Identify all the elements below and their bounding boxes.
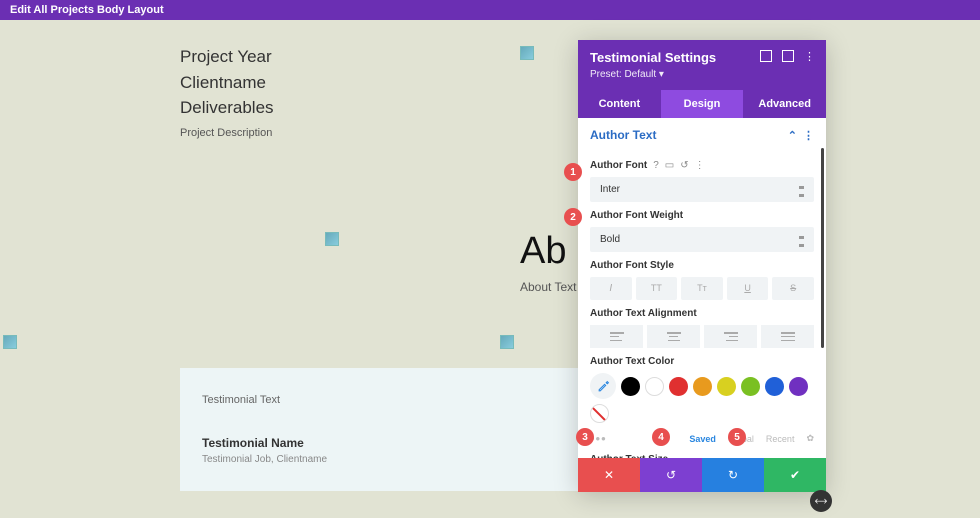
device-icon[interactable]: ▭: [665, 160, 674, 171]
more-icon[interactable]: ⋮: [804, 50, 816, 62]
swatch-green[interactable]: [741, 377, 760, 396]
smallcaps-button[interactable]: Tᴛ: [681, 277, 723, 300]
align-right-button[interactable]: [704, 325, 757, 348]
collapse-icon[interactable]: ⌃: [788, 129, 797, 142]
align-justify-button[interactable]: [761, 325, 814, 348]
swatch-none[interactable]: [590, 404, 609, 423]
color-source-tabs: Saved Global Recent ✿: [689, 433, 814, 444]
weight-select[interactable]: Bold: [590, 227, 814, 252]
align-buttons: [590, 325, 814, 348]
broken-image-icon: [500, 335, 514, 349]
top-bar-title: Edit All Projects Body Layout: [10, 4, 164, 16]
color-picker-button[interactable]: [590, 373, 616, 399]
broken-image-icon: [325, 232, 339, 246]
panel-scrollbar[interactable]: [821, 148, 824, 348]
undo-button[interactable]: ↺: [640, 458, 702, 492]
settings-panel: Testimonial Settings Preset: Default ▾ ⋮…: [578, 40, 826, 492]
uppercase-button[interactable]: TT: [636, 277, 678, 300]
broken-image-icon: [520, 46, 534, 60]
callout-marker-3: 3: [576, 428, 594, 446]
redo-button[interactable]: ↻: [702, 458, 764, 492]
expand-icon[interactable]: [760, 50, 772, 62]
swatch-blue[interactable]: [765, 377, 784, 396]
tab-content[interactable]: Content: [578, 90, 661, 118]
help-icon[interactable]: ?: [653, 160, 659, 171]
label-weight: Author Font Weight: [590, 210, 814, 221]
swatch-yellow[interactable]: [717, 377, 736, 396]
section-header[interactable]: Author Text ⌃ ⋮: [578, 118, 826, 152]
callout-marker-2: 2: [564, 208, 582, 226]
italic-button[interactable]: I: [590, 277, 632, 300]
swatch-white[interactable]: [645, 377, 664, 396]
section-more-icon[interactable]: ⋮: [803, 129, 814, 142]
label-font: Author Font ? ▭ ↺ ⋮: [590, 160, 814, 171]
canvas: Project Year Clientname Deliverables Pro…: [0, 20, 980, 518]
color-tab-saved[interactable]: Saved: [689, 434, 716, 444]
style-buttons: I TT Tᴛ U S: [590, 277, 814, 300]
project-meta: Project Year Clientname Deliverables Pro…: [180, 44, 274, 139]
swatch-red[interactable]: [669, 377, 688, 396]
cancel-button[interactable]: ✕: [578, 458, 640, 492]
label-style: Author Font Style: [590, 260, 814, 271]
section-title: Author Text: [590, 128, 656, 142]
panel-tabs: Content Design Advanced: [578, 90, 826, 118]
meta-client: Clientname: [180, 70, 274, 96]
opts-icon[interactable]: ⋮: [695, 160, 705, 171]
swatch-black[interactable]: [621, 377, 640, 396]
reset-icon[interactable]: ↺: [680, 160, 688, 171]
swatch-purple[interactable]: [789, 377, 808, 396]
callout-marker-4: 4: [652, 428, 670, 446]
top-bar: Edit All Projects Body Layout: [0, 0, 980, 20]
meta-year: Project Year: [180, 44, 274, 70]
broken-image-icon: [3, 335, 17, 349]
label-color: Author Text Color: [590, 356, 814, 367]
color-settings-icon[interactable]: ✿: [806, 433, 814, 444]
save-button[interactable]: ✔: [764, 458, 826, 492]
color-swatches: [590, 373, 814, 423]
tab-design[interactable]: Design: [661, 90, 744, 118]
callout-marker-1: 1: [564, 163, 582, 181]
align-center-button[interactable]: [647, 325, 700, 348]
meta-deliverables: Deliverables: [180, 95, 274, 121]
align-left-button[interactable]: [590, 325, 643, 348]
panel-body: Author Font ? ▭ ↺ ⋮ Inter Author Font We…: [578, 152, 826, 492]
font-select[interactable]: Inter: [590, 177, 814, 202]
label-align: Author Text Alignment: [590, 308, 814, 319]
about-heading: Ab: [520, 230, 566, 273]
panel-footer: ✕ ↺ ↻ ✔: [578, 458, 826, 492]
about-subtext: About Text: [520, 280, 576, 294]
callout-marker-5: 5: [728, 428, 746, 446]
swatch-orange[interactable]: [693, 377, 712, 396]
panel-preset[interactable]: Preset: Default ▾: [590, 69, 814, 80]
meta-description: Project Description: [180, 127, 274, 139]
snap-icon[interactable]: [782, 50, 794, 62]
color-tab-recent[interactable]: Recent: [766, 434, 795, 444]
underline-button[interactable]: U: [727, 277, 769, 300]
tab-advanced[interactable]: Advanced: [743, 90, 826, 118]
strike-button[interactable]: S: [772, 277, 814, 300]
panel-header[interactable]: Testimonial Settings Preset: Default ▾ ⋮: [578, 40, 826, 90]
